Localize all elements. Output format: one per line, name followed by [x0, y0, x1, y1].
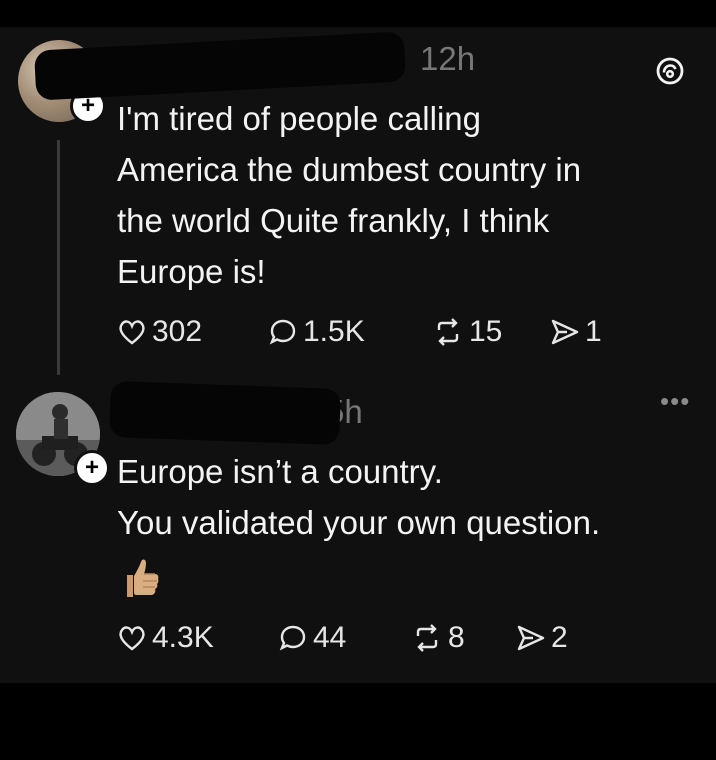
reply-count: 44 — [313, 621, 347, 654]
heart-icon — [119, 320, 145, 345]
reply-button[interactable]: 44 — [278, 621, 411, 655]
more-options-icon[interactable]: ••• — [660, 386, 690, 417]
reply-button[interactable]: 1.5K — [268, 315, 432, 349]
share-button[interactable]: 1 — [550, 315, 602, 349]
threads-logo-icon[interactable] — [656, 57, 684, 85]
thumbs-up-emoji — [127, 559, 159, 597]
repost-button[interactable]: 8 — [411, 621, 516, 655]
repost-icon — [416, 624, 438, 652]
like-button[interactable]: 302 — [117, 315, 268, 349]
repost-count: 15 — [469, 315, 503, 348]
repost-count: 8 — [448, 621, 465, 654]
repost-icon — [437, 318, 459, 346]
top-black-bar — [0, 0, 716, 27]
share-count: 1 — [585, 315, 602, 348]
follow-plus-icon[interactable]: + — [74, 450, 110, 486]
comment-icon — [269, 319, 296, 345]
thread-connector-line — [57, 140, 60, 375]
post-text-1: I'm tired of people calling America the … — [117, 100, 582, 290]
send-icon — [517, 625, 545, 651]
repost-button[interactable]: 15 — [432, 315, 550, 349]
post-time-1: 12h — [420, 40, 476, 77]
post-text-2: Europe isn’t a country. You validated yo… — [117, 453, 601, 541]
bottom-black-area — [0, 683, 716, 760]
post-actions-1: 302 1.5K 15 1 — [117, 312, 602, 352]
comment-icon — [279, 625, 306, 651]
post-actions-2: 4.3K 44 8 2 — [117, 618, 568, 658]
like-count: 4.3K — [152, 621, 214, 654]
like-count: 302 — [152, 315, 203, 348]
reply-count: 1.5K — [303, 315, 365, 348]
share-count: 2 — [551, 621, 568, 654]
like-button[interactable]: 4.3K — [117, 621, 278, 655]
send-icon — [551, 319, 579, 345]
heart-icon — [119, 626, 145, 651]
redacted-username-2 — [109, 381, 341, 445]
share-button[interactable]: 2 — [516, 621, 568, 655]
